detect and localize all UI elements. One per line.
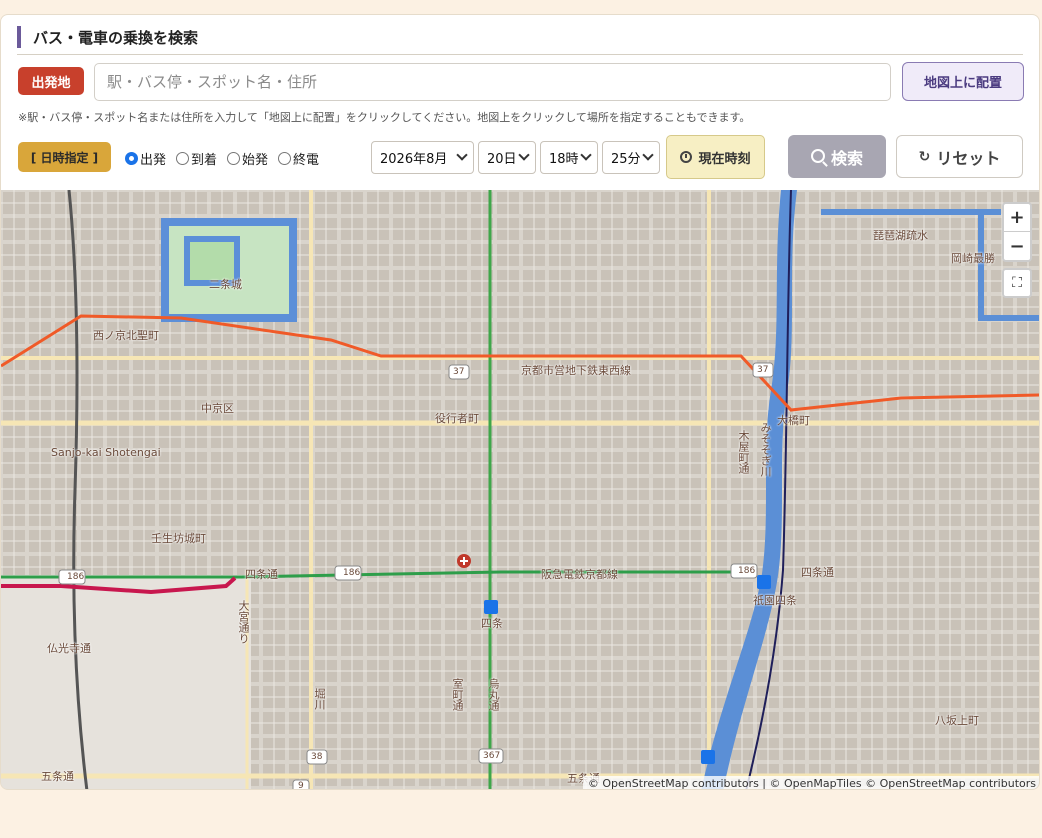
nijo-castle-inner bbox=[190, 242, 234, 280]
radio-last-train[interactable]: 終電 bbox=[278, 149, 319, 168]
map-label-shijo-dori-east: 四条通 bbox=[801, 566, 834, 579]
time-mode-radios: 出発 到着 始発 終電 bbox=[125, 148, 319, 168]
radio-label: 終電 bbox=[293, 152, 320, 168]
map-canvas bbox=[1, 190, 1039, 789]
route-map[interactable]: 186 186 186 37 37 367 38 9 二条城 西ノ京北聖町 京都… bbox=[1, 190, 1039, 790]
search-panel: バス・電車の乗換を検索 出発地 地図上に配置 ※駅・バス停・スポット名または住所… bbox=[0, 14, 1040, 790]
map-label-sanjo-shotengai: Sanjo-kai Shotengai bbox=[51, 446, 161, 459]
radio-dot[interactable] bbox=[125, 151, 138, 165]
chevron-down-icon bbox=[642, 149, 654, 161]
map-label-mibu: 壬生坊城町 bbox=[151, 532, 206, 545]
map-label-horikawa: 堀川 bbox=[313, 688, 326, 710]
fullscreen-button[interactable]: ⛶ bbox=[1002, 268, 1032, 298]
map-label-shijo-dori: 四条通 bbox=[245, 568, 278, 581]
map-label-muromachi: 室町通 bbox=[451, 678, 464, 711]
current-time-button[interactable]: 現在時刻 bbox=[666, 135, 765, 179]
road-number: 186 bbox=[343, 568, 361, 578]
station-marker-gion bbox=[757, 575, 771, 589]
minute-select[interactable]: 25分 bbox=[602, 141, 660, 174]
page-title: バス・電車の乗換を検索 bbox=[33, 29, 199, 47]
map-label-omiya: 大宮通り bbox=[237, 600, 250, 644]
road-number: 38 bbox=[311, 752, 323, 762]
map-label-nakagyo: 中京区 bbox=[201, 402, 234, 415]
map-label-hankyu-line: 阪急電鉄京都線 bbox=[541, 568, 618, 581]
reload-icon: ↻ bbox=[918, 148, 931, 165]
road-number: 37 bbox=[757, 365, 769, 375]
minute-select-value: 25分 bbox=[611, 152, 641, 167]
month-select[interactable]: 2026年8月 bbox=[371, 141, 474, 174]
current-time-label: 現在時刻 bbox=[698, 151, 751, 167]
station-marker-kiyomizu bbox=[701, 750, 715, 764]
road-number: 9 bbox=[298, 781, 304, 790]
road-number: 186 bbox=[67, 572, 85, 582]
radio-label: 出発 bbox=[140, 152, 167, 168]
title-accent-bar bbox=[17, 26, 21, 48]
radio-label: 始発 bbox=[242, 152, 269, 168]
map-label-biwako-canal: 琵琶湖疏水 bbox=[873, 229, 928, 242]
map-label-tozai-line: 京都市営地下鉄東西線 bbox=[521, 364, 631, 377]
reset-button-label: リセット bbox=[936, 148, 1001, 168]
place-on-map-button[interactable]: 地図上に配置 bbox=[902, 62, 1024, 101]
reset-button[interactable]: ↻ リセット bbox=[896, 135, 1023, 178]
southwest-area bbox=[1, 575, 251, 789]
radio-dot[interactable] bbox=[278, 151, 292, 165]
road-number: 186 bbox=[738, 566, 756, 576]
road-number: 37 bbox=[453, 367, 465, 377]
map-label-shijo-station: 四条 bbox=[481, 617, 503, 630]
clock-icon bbox=[680, 151, 693, 163]
map-label-bukkoji: 仏光寺通 bbox=[47, 642, 91, 655]
zoom-in-button[interactable]: + bbox=[1004, 204, 1030, 232]
day-select[interactable]: 20日 bbox=[478, 141, 536, 174]
chevron-down-icon bbox=[580, 149, 592, 161]
station-marker-shijo bbox=[484, 600, 498, 614]
origin-input[interactable] bbox=[94, 63, 891, 101]
search-button-label: 検索 bbox=[830, 148, 863, 168]
map-label-gion-shijo: 祇園四条 bbox=[753, 594, 797, 607]
radio-first-train[interactable]: 始発 bbox=[227, 149, 268, 168]
map-label-ekisha: 役行者町 bbox=[435, 412, 479, 425]
map-label-misosogi: みそそぎ川 bbox=[759, 422, 772, 477]
radio-dot[interactable] bbox=[227, 151, 241, 165]
day-select-value: 20日 bbox=[487, 152, 517, 167]
map-label-kiyamachi: 木屋町通 bbox=[737, 430, 750, 474]
map-attribution[interactable]: © OpenStreetMap contributors | © OpenMap… bbox=[582, 776, 1039, 789]
zoom-out-button[interactable]: − bbox=[1004, 232, 1030, 260]
origin-badge: 出発地 bbox=[18, 67, 84, 95]
map-label-gojo-dori: 五条通 bbox=[41, 770, 74, 783]
road-number: 367 bbox=[483, 751, 501, 761]
radio-arrival[interactable]: 到着 bbox=[176, 149, 217, 168]
month-select-value: 2026年8月 bbox=[380, 152, 448, 167]
map-label-yasaka: 八坂上町 bbox=[935, 714, 979, 727]
map-label-okazaki: 岡崎最勝 bbox=[951, 252, 995, 265]
datetime-badge: [ 日時指定 ] bbox=[18, 142, 111, 172]
title-row: バス・電車の乗換を検索 bbox=[17, 25, 1023, 55]
chevron-down-icon bbox=[518, 149, 530, 161]
radio-dot[interactable] bbox=[176, 151, 190, 165]
map-label-ohashi: 大橋町 bbox=[777, 414, 810, 427]
search-button[interactable]: 検索 bbox=[788, 135, 886, 178]
zoom-control: + − bbox=[1002, 202, 1032, 262]
radio-label: 到着 bbox=[191, 152, 218, 168]
fullscreen-icon: ⛶ bbox=[1012, 275, 1022, 291]
map-label-karasuma: 烏丸通 bbox=[487, 678, 500, 711]
hour-select-value: 18時 bbox=[549, 152, 579, 167]
search-icon bbox=[810, 148, 825, 163]
origin-hint: ※駅・バス停・スポット名または住所を入力して「地図上に配置」をクリックしてくださ… bbox=[18, 111, 751, 124]
map-label-nishinokyo: 西ノ京北聖町 bbox=[93, 329, 159, 342]
map-label-nijo-castle: 二条城 bbox=[209, 278, 242, 291]
radio-departure[interactable]: 出発 bbox=[125, 149, 166, 168]
chevron-down-icon bbox=[456, 149, 468, 161]
hour-select[interactable]: 18時 bbox=[540, 141, 598, 174]
